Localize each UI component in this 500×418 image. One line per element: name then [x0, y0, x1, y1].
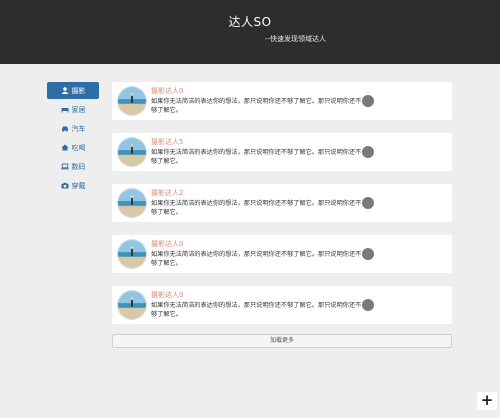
expert-description: 如果你无法简洁的表达你的想法，那只说明你还不够了解它。那只说明你还不够了解它。: [151, 149, 362, 165]
sidebar-item-label: 穿戴: [71, 181, 86, 190]
expert-name[interactable]: 摄影达人5: [151, 137, 183, 147]
sofa-icon: [61, 106, 69, 113]
page-header: 达人SO --快速发现领域达人: [0, 0, 500, 64]
list-item[interactable]: 摄影达人0 如果你无法简洁的表达你的想法，那只说明你还不够了解它。那只说明你还不…: [112, 286, 452, 324]
status-dot[interactable]: [362, 146, 374, 158]
status-dot[interactable]: [362, 197, 374, 209]
expert-feed: 摄影达人0 如果你无法简洁的表达你的想法，那只说明你还不够了解它。那只说明你还不…: [112, 82, 452, 337]
plus-icon[interactable]: +: [477, 392, 497, 410]
list-item[interactable]: 摄影达人0 如果你无法简洁的表达你的想法，那只说明你还不够了解它。那只说明你还不…: [112, 82, 452, 120]
avatar: [117, 86, 147, 116]
expert-name[interactable]: 摄影达人0: [151, 290, 183, 300]
expert-description: 如果你无法简洁的表达你的想法，那只说明你还不够了解它。那只说明你还不够了解它。: [151, 98, 362, 114]
expert-name[interactable]: 摄影达人0: [151, 86, 183, 96]
category-sidebar: 摄影 家居 汽车 吃喝 数码 穿戴: [47, 82, 99, 196]
expert-description: 如果你无法简洁的表达你的想法，那只说明你还不够了解它。那只说明你还不够了解它。: [151, 251, 362, 267]
sidebar-item-label: 摄影: [71, 86, 86, 95]
camera-icon: [61, 182, 69, 189]
avatar: [117, 290, 147, 320]
sidebar-item-label: 吃喝: [71, 143, 86, 152]
list-item[interactable]: 摄影达人2 如果你无法简洁的表达你的想法，那只说明你还不够了解它。那只说明你还不…: [112, 184, 452, 222]
list-item[interactable]: 摄影达人0 如果你无法简洁的表达你的想法，那只说明你还不够了解它。那只说明你还不…: [112, 235, 452, 273]
laptop-icon: [60, 163, 69, 170]
sidebar-item-digital[interactable]: 数码: [47, 158, 99, 175]
expert-name[interactable]: 摄影达人2: [151, 188, 183, 198]
sidebar-item-label: 数码: [71, 162, 86, 171]
user-icon: [61, 87, 69, 94]
sidebar-item-photography[interactable]: 摄影: [47, 82, 99, 99]
avatar: [117, 239, 147, 269]
status-dot[interactable]: [362, 248, 374, 260]
sidebar-item-label: 家居: [71, 105, 86, 114]
sidebar-item-cars[interactable]: 汽车: [47, 120, 99, 137]
status-dot[interactable]: [362, 299, 374, 311]
page-subtitle: --快速发现领域达人: [265, 35, 327, 43]
sidebar-item-food-drink[interactable]: 吃喝: [47, 139, 99, 156]
sidebar-item-label: 汽车: [71, 124, 86, 133]
expert-description: 如果你无法简洁的表达你的想法，那只说明你还不够了解它。那只说明你还不够了解它。: [151, 302, 362, 318]
avatar: [117, 137, 147, 167]
home-icon: [61, 144, 69, 151]
avatar: [117, 188, 147, 218]
load-more-button[interactable]: 加载更多: [112, 334, 452, 348]
list-item[interactable]: 摄影达人5 如果你无法简洁的表达你的想法，那只说明你还不够了解它。那只说明你还不…: [112, 133, 452, 171]
sidebar-item-wearables[interactable]: 穿戴: [47, 177, 99, 194]
status-dot[interactable]: [362, 95, 374, 107]
expert-name[interactable]: 摄影达人0: [151, 239, 183, 249]
expert-description: 如果你无法简洁的表达你的想法，那只说明你还不够了解它。那只说明你还不够了解它。: [151, 200, 362, 216]
page-title: 达人SO: [228, 15, 272, 29]
sidebar-item-home-furnishing[interactable]: 家居: [47, 101, 99, 118]
car-icon: [61, 125, 69, 132]
